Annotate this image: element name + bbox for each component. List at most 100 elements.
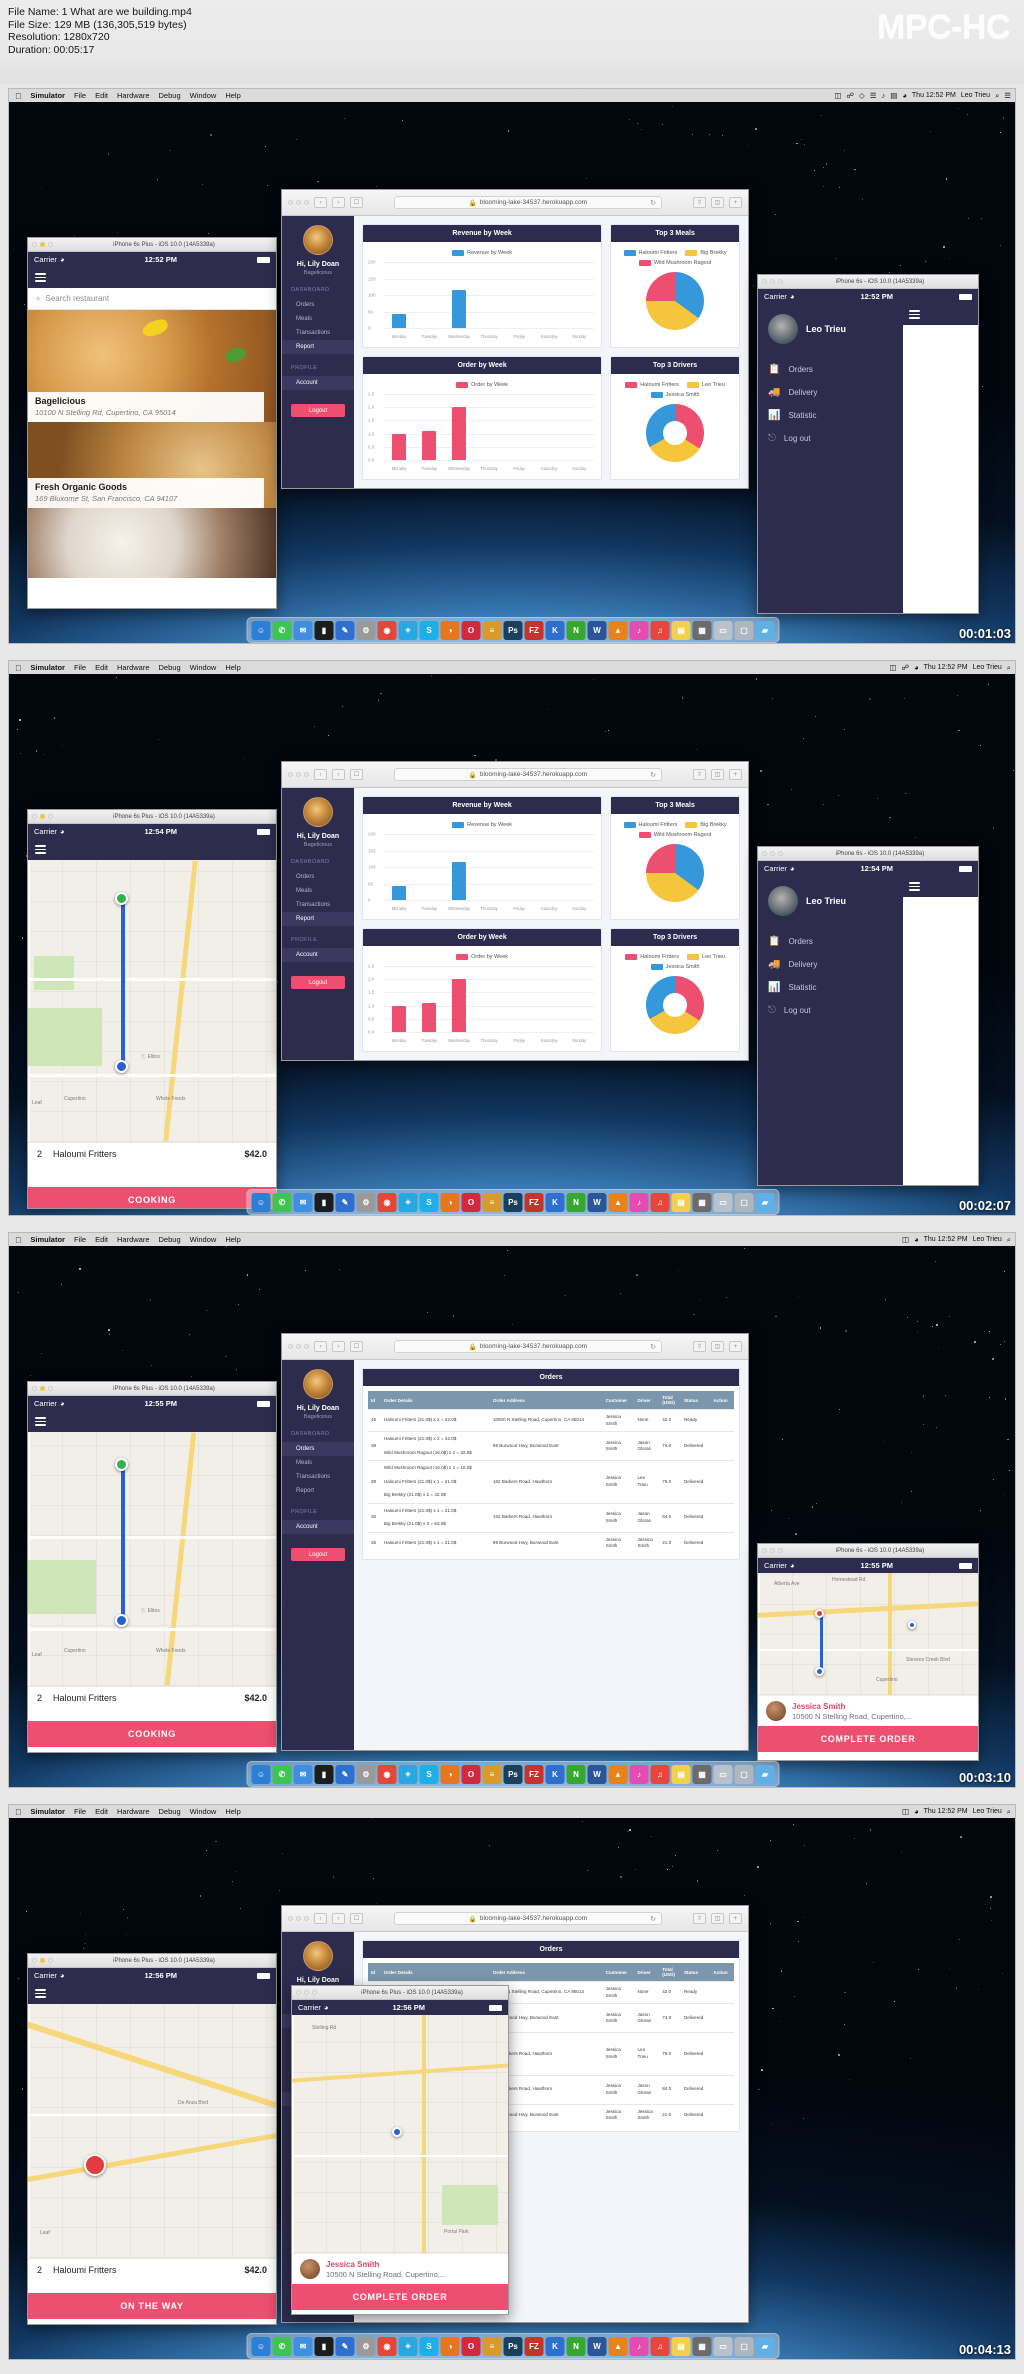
safari-icon[interactable]: ✦: [399, 1193, 418, 1212]
order-status-button[interactable]: ON THE WAY: [28, 2293, 276, 2319]
close-icon[interactable]: [32, 1958, 37, 1963]
vlc-icon[interactable]: ▲: [609, 621, 628, 640]
terminal-icon[interactable]: ▮: [315, 2337, 334, 2356]
menu-simulator[interactable]: Simulator: [30, 663, 65, 672]
customer-simulator-window-3[interactable]: iPhone 6s Plus - iOS 10.0 (14A5339a) Car…: [27, 1381, 277, 1753]
zoom-icon[interactable]: [48, 1386, 53, 1391]
hamburger-icon[interactable]: [35, 845, 46, 854]
mac-menu-bar[interactable]:  Simulator File Edit Hardware Debug Win…: [9, 89, 1016, 102]
share-icon[interactable]: ⇧: [693, 197, 706, 208]
sidebar-item-report[interactable]: Report: [282, 340, 354, 354]
search-icon[interactable]: ⌕: [1007, 663, 1011, 673]
opera-icon[interactable]: O: [462, 1765, 481, 1784]
folder-icon[interactable]: ▰: [756, 1765, 775, 1784]
close-icon[interactable]: [762, 851, 767, 856]
mail-icon[interactable]: ✉: [294, 2337, 313, 2356]
zoom-icon[interactable]: [778, 851, 783, 856]
hamburger-icon[interactable]: [35, 273, 46, 282]
menu-help[interactable]: Help: [225, 1807, 240, 1816]
minimize-icon[interactable]: [40, 1386, 45, 1391]
safari-toolbar[interactable]: ‹ › ☐ 🔒 blooming-lake-34537.herokuapp.co…: [282, 762, 748, 788]
terminal-icon[interactable]: ▮: [315, 1765, 334, 1784]
menu-file[interactable]: File: [74, 1235, 86, 1244]
menubar-user[interactable]: Leo Trieu: [973, 664, 1002, 671]
sidebar-item-meals[interactable]: Meals: [282, 1456, 354, 1470]
delivery-map[interactable]: Leaf De Anza Blvd: [28, 2004, 276, 2258]
vlc-icon[interactable]: ▲: [609, 1193, 628, 1212]
reload-icon[interactable]: ↻: [650, 199, 656, 207]
sim-titlebar[interactable]: iPhone 6s Plus - iOS 10.0 (14A5339a): [28, 1954, 276, 1968]
minimize-icon[interactable]: [304, 1990, 309, 1995]
reload-icon[interactable]: ↻: [650, 1343, 656, 1351]
trash-icon[interactable]: ▢: [735, 1193, 754, 1212]
menubar-clock[interactable]: Thu 12:52 PM: [924, 664, 968, 671]
numbers-icon[interactable]: N: [567, 621, 586, 640]
itunes-icon[interactable]: ♪: [630, 2337, 649, 2356]
search-icon[interactable]: ⌕: [1007, 1235, 1011, 1245]
sim-titlebar[interactable]: iPhone 6s Plus - iOS 10.0 (14A5339a): [28, 810, 276, 824]
mac-menu-bar[interactable]:  Simulator File Edit Hardware Debug Win…: [9, 1805, 1016, 1818]
menu-item-statistic[interactable]: 📊 Statistic: [768, 976, 903, 999]
preferences-icon[interactable]: ⚙: [357, 621, 376, 640]
minimize-icon[interactable]: [40, 242, 45, 247]
chrome-icon[interactable]: ◉: [378, 621, 397, 640]
calculator-icon[interactable]: ▦: [693, 2337, 712, 2356]
plus-icon[interactable]: +: [729, 1341, 742, 1352]
xcode-icon[interactable]: ✎: [336, 621, 355, 640]
mac-menu-bar[interactable]:  Simulator File Edit Hardware Debug Win…: [9, 661, 1016, 674]
menu-simulator[interactable]: Simulator: [30, 1807, 65, 1816]
minimize-icon[interactable]: [296, 200, 301, 205]
safari-icon[interactable]: ✦: [399, 1765, 418, 1784]
minimize-icon[interactable]: [296, 1344, 301, 1349]
zoom-icon[interactable]: [778, 279, 783, 284]
wifi-icon[interactable]: ◕: [914, 663, 919, 672]
safari-window-1[interactable]: ‹ › ☐ 🔒 blooming-lake-34537.herokuapp.co…: [281, 189, 749, 489]
menu-help[interactable]: Help: [225, 663, 240, 672]
numbers-icon[interactable]: N: [567, 1765, 586, 1784]
simulator-icon[interactable]: ▭: [714, 1193, 733, 1212]
battery-icon[interactable]: ▤: [890, 91, 897, 100]
sim-titlebar[interactable]: iPhone 6s - iOS 10.0 (14A5339a): [758, 1544, 978, 1558]
minimize-icon[interactable]: [40, 1958, 45, 1963]
menu-item-orders[interactable]: 📋 Orders: [768, 930, 903, 953]
photoshop-icon[interactable]: Ps: [504, 1765, 523, 1784]
minimize-icon[interactable]: [770, 279, 775, 284]
menu-debug[interactable]: Debug: [159, 663, 181, 672]
menu-simulator[interactable]: Simulator: [30, 1235, 65, 1244]
sidebar-item-meals[interactable]: Meals: [282, 884, 354, 898]
whatsapp-icon[interactable]: ✆: [273, 1193, 292, 1212]
menu-file[interactable]: File: [74, 663, 86, 672]
xcode-icon[interactable]: ✎: [336, 1765, 355, 1784]
reload-icon[interactable]: ↻: [650, 771, 656, 779]
calculator-icon[interactable]: ▦: [693, 1193, 712, 1212]
opera-icon[interactable]: O: [462, 1193, 481, 1212]
search-input[interactable]: ⌕ Search restaurant: [28, 288, 276, 310]
chevron-left-icon[interactable]: ‹: [314, 769, 327, 780]
terminal-icon[interactable]: ▮: [315, 621, 334, 640]
itunes-icon[interactable]: ♪: [630, 621, 649, 640]
minimize-icon[interactable]: [296, 1916, 301, 1921]
sidebar-item-transactions[interactable]: Transactions: [282, 326, 354, 340]
terminal-icon[interactable]: ▮: [315, 1193, 334, 1212]
preferences-icon[interactable]: ⚙: [357, 2337, 376, 2356]
delivery-map[interactable]: 🍴 Elitos Cupertino Whole Foods Leaf: [28, 1432, 276, 1686]
sidebar-item-account[interactable]: Account: [282, 376, 354, 390]
minimize-icon[interactable]: [770, 1548, 775, 1553]
calculator-icon[interactable]: ▦: [693, 1765, 712, 1784]
chevron-left-icon[interactable]: ‹: [314, 197, 327, 208]
keynote-icon[interactable]: K: [546, 621, 565, 640]
driver-map[interactable]: Stelling Rd Portal Park: [292, 2015, 508, 2253]
sublime-icon[interactable]: ≡: [483, 1193, 502, 1212]
share-icon[interactable]: ⇧: [693, 769, 706, 780]
filezilla-icon[interactable]: FZ: [525, 2337, 544, 2356]
finder-icon[interactable]: ☺: [252, 1765, 271, 1784]
wifi-icon[interactable]: ◕: [914, 1235, 919, 1244]
menubar-user[interactable]: Leo Trieu: [961, 92, 990, 99]
sidebar-item-orders[interactable]: Orders: [282, 298, 354, 312]
menu-help[interactable]: Help: [225, 91, 240, 100]
tabs-icon[interactable]: ◫: [711, 197, 724, 208]
sidebar-icon[interactable]: ☐: [350, 1913, 363, 1924]
plus-icon[interactable]: +: [729, 1913, 742, 1924]
logout-button[interactable]: Logout: [291, 976, 345, 989]
chrome-icon[interactable]: ◉: [378, 1193, 397, 1212]
